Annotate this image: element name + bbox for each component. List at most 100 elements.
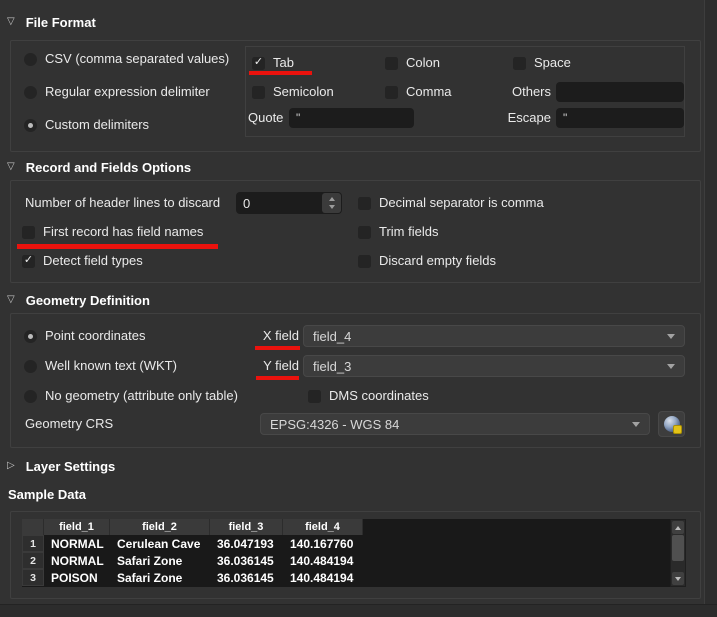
table-cell: 140.484194 xyxy=(283,552,363,569)
section-file-format-header[interactable]: ▽ File Format xyxy=(7,14,96,30)
no-geometry-radio-row[interactable]: No geometry (attribute only table) xyxy=(24,389,238,403)
decimal-comma-checkbox-row[interactable]: ✓ Decimal separator is comma xyxy=(358,196,544,210)
y-field-label: Y field xyxy=(256,359,299,373)
crs-picker-button[interactable] xyxy=(658,411,685,437)
x-field-select[interactable]: field_4 xyxy=(303,325,685,347)
discard-empty-checkbox[interactable]: ✓ xyxy=(358,255,371,268)
no-geometry-radio[interactable] xyxy=(24,390,37,403)
header-lines-value: 0 xyxy=(236,192,321,214)
right-margin-strip xyxy=(705,0,717,604)
escape-label: Escape xyxy=(507,111,551,125)
quote-input[interactable]: " xyxy=(289,108,414,128)
regex-radio[interactable] xyxy=(24,86,37,99)
collapse-expanded-icon: ▽ xyxy=(7,17,15,27)
table-cell: 140.484194 xyxy=(283,569,363,586)
section-layer-settings-header[interactable]: ▷ Layer Settings xyxy=(7,458,115,474)
first-record-checkbox[interactable]: ✓ xyxy=(22,226,35,239)
scroll-down-button[interactable] xyxy=(672,572,684,585)
y-field-annotation-underline xyxy=(256,376,299,380)
spin-buttons[interactable] xyxy=(322,193,341,213)
right-divider-line xyxy=(704,0,705,604)
no-geometry-radio-label: No geometry (attribute only table) xyxy=(45,389,238,403)
checkmark-icon: ✓ xyxy=(24,255,33,266)
section-record-options-header[interactable]: ▽ Record and Fields Options xyxy=(7,159,191,175)
point-coordinates-radio-label: Point coordinates xyxy=(45,329,145,343)
tab-checkbox-row[interactable]: ✓ Tab xyxy=(252,56,294,70)
colon-checkbox-row[interactable]: ✓ Colon xyxy=(385,56,440,70)
globe-icon xyxy=(664,416,680,432)
column-header: field_4 xyxy=(283,519,363,535)
custom-delimiters-radio-row[interactable]: Custom delimiters xyxy=(24,118,149,132)
csv-radio[interactable] xyxy=(24,53,37,66)
space-checkbox-label: Space xyxy=(534,56,571,70)
tab-checkbox[interactable]: ✓ xyxy=(252,57,265,70)
discard-empty-checkbox-row[interactable]: ✓ Discard empty fields xyxy=(358,254,496,268)
trim-fields-checkbox[interactable]: ✓ xyxy=(358,226,371,239)
comma-checkbox[interactable]: ✓ xyxy=(385,86,398,99)
table-row: 2 NORMAL Safari Zone 36.036145 140.48419… xyxy=(22,552,670,569)
table-cell: NORMAL xyxy=(44,552,110,569)
header-lines-label: Number of header lines to discard xyxy=(25,196,220,210)
scrollbar-thumb[interactable] xyxy=(672,535,684,561)
semicolon-checkbox-row[interactable]: ✓ Semicolon xyxy=(252,85,334,99)
row-number: 3 xyxy=(22,569,44,586)
comma-checkbox-row[interactable]: ✓ Comma xyxy=(385,85,452,99)
comma-checkbox-label: Comma xyxy=(406,85,452,99)
spin-up-icon[interactable] xyxy=(329,197,335,201)
point-coordinates-radio-row[interactable]: Point coordinates xyxy=(24,329,145,343)
csv-radio-row[interactable]: CSV (comma separated values) xyxy=(24,52,229,66)
column-header: field_3 xyxy=(210,519,283,535)
dms-checkbox[interactable]: ✓ xyxy=(308,390,321,403)
detect-types-checkbox-row[interactable]: ✓ Detect field types xyxy=(22,254,143,268)
geometry-crs-select[interactable]: EPSG:4326 - WGS 84 xyxy=(260,413,650,435)
trim-fields-checkbox-row[interactable]: ✓ Trim fields xyxy=(358,225,438,239)
collapse-expanded-icon: ▽ xyxy=(7,295,15,305)
escape-input[interactable]: " xyxy=(556,108,684,128)
dms-checkbox-row[interactable]: ✓ DMS coordinates xyxy=(308,389,429,403)
decimal-comma-checkbox[interactable]: ✓ xyxy=(358,197,371,210)
colon-checkbox[interactable]: ✓ xyxy=(385,57,398,70)
row-number: 2 xyxy=(22,552,44,569)
header-lines-spinbox[interactable]: 0 xyxy=(236,192,342,214)
wkt-radio-row[interactable]: Well known text (WKT) xyxy=(24,359,177,373)
wkt-radio[interactable] xyxy=(24,360,37,373)
y-field-select[interactable]: field_3 xyxy=(303,355,685,377)
table-row: 3 POISON Safari Zone 36.036145 140.48419… xyxy=(22,569,670,586)
regex-radio-row[interactable]: Regular expression delimiter xyxy=(24,85,210,99)
first-record-annotation-underline xyxy=(17,244,218,249)
quote-input-value: " xyxy=(296,111,300,125)
discard-empty-checkbox-label: Discard empty fields xyxy=(379,254,496,268)
space-checkbox-row[interactable]: ✓ Space xyxy=(513,56,571,70)
scroll-down-icon xyxy=(675,577,681,581)
dropdown-arrow-icon xyxy=(667,334,675,339)
section-geometry-header[interactable]: ▽ Geometry Definition xyxy=(7,292,150,308)
scroll-up-icon xyxy=(675,526,681,530)
colon-checkbox-label: Colon xyxy=(406,56,440,70)
point-coordinates-radio[interactable] xyxy=(24,330,37,343)
dms-checkbox-label: DMS coordinates xyxy=(329,389,429,403)
first-record-checkbox-row[interactable]: ✓ First record has field names xyxy=(22,225,203,239)
custom-delimiters-radio[interactable] xyxy=(24,119,37,132)
table-vertical-scrollbar[interactable] xyxy=(670,519,686,587)
space-checkbox[interactable]: ✓ xyxy=(513,57,526,70)
table-cell: Safari Zone xyxy=(110,569,210,586)
scroll-up-button[interactable] xyxy=(672,521,684,534)
sample-data-table: field_1 field_2 field_3 field_4 1 NORMAL… xyxy=(22,519,670,587)
tab-annotation-underline xyxy=(249,71,312,75)
table-corner-cell xyxy=(22,519,44,535)
section-title: Layer Settings xyxy=(26,459,116,474)
delimited-text-dialog: ▽ File Format CSV (comma separated value… xyxy=(0,0,717,617)
detect-types-checkbox[interactable]: ✓ xyxy=(22,255,35,268)
others-input[interactable] xyxy=(556,82,684,102)
semicolon-checkbox[interactable]: ✓ xyxy=(252,86,265,99)
section-title: File Format xyxy=(26,15,96,30)
radio-dot-icon xyxy=(28,334,33,339)
others-label: Others xyxy=(505,85,551,99)
spin-down-icon[interactable] xyxy=(329,205,335,209)
table-row: 1 NORMAL Cerulean Cave 36.047193 140.167… xyxy=(22,535,670,552)
section-title: Geometry Definition xyxy=(26,293,150,308)
table-cell: POISON xyxy=(44,569,110,586)
semicolon-checkbox-label: Semicolon xyxy=(273,85,334,99)
checkmark-icon: ✓ xyxy=(254,57,263,68)
table-cell: 36.036145 xyxy=(210,569,283,586)
